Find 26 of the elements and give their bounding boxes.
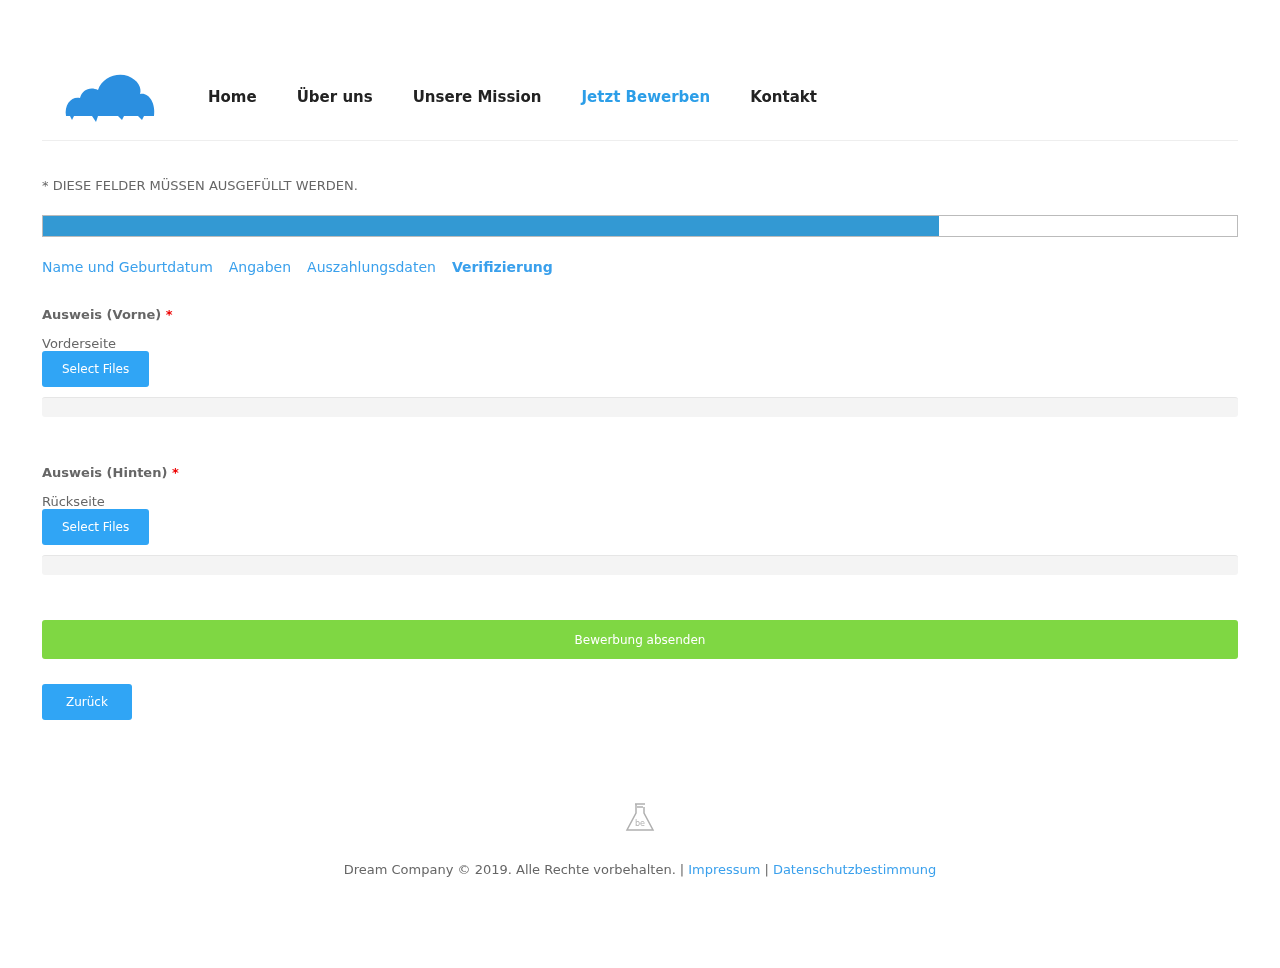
separator: | <box>679 862 685 877</box>
field-description: Vorderseite <box>42 336 118 351</box>
select-files-button[interactable]: Select Files <box>42 509 150 545</box>
step-link[interactable]: Auszahlungsdaten <box>307 259 436 275</box>
required-fields-note: * DIESE FELDER MÜSSEN AUSGEFÜLLT WERDEN. <box>42 178 359 193</box>
nav-link[interactable]: Kontakt <box>750 88 817 106</box>
nav-link[interactable]: Über uns <box>296 88 373 106</box>
submit-button[interactable]: Bewerbung absenden <box>42 620 1238 659</box>
field-label: Ausweis (Vorne) <box>42 307 162 322</box>
copyright-text: Dream Company © 2019. Alle Rechte vorbehalten. <box>343 862 676 877</box>
required-mark: * <box>165 307 173 322</box>
back-button[interactable]: Zurück <box>42 684 132 720</box>
privacy-link[interactable]: Datenschutzbestimmung <box>772 862 937 877</box>
nav-link[interactable]: Unsere Mission <box>412 88 542 106</box>
nav-link[interactable]: Home <box>208 88 257 106</box>
required-mark: * <box>171 465 179 480</box>
field-description: Rückseite <box>42 494 106 509</box>
select-files-button[interactable]: Select Files <box>42 351 150 387</box>
field-label: Ausweis (Hinten) <box>42 465 168 480</box>
separator: | <box>764 862 769 877</box>
cloud-logo-icon[interactable] <box>64 72 156 122</box>
step-link[interactable]: Verifizierung <box>451 259 553 275</box>
step-link[interactable]: Angaben <box>228 259 292 275</box>
step-link[interactable]: Name und Geburtdatum <box>42 259 213 275</box>
impressum-link[interactable]: Impressum <box>688 862 761 877</box>
nav-link[interactable]: Jetzt Bewerben <box>581 88 711 106</box>
